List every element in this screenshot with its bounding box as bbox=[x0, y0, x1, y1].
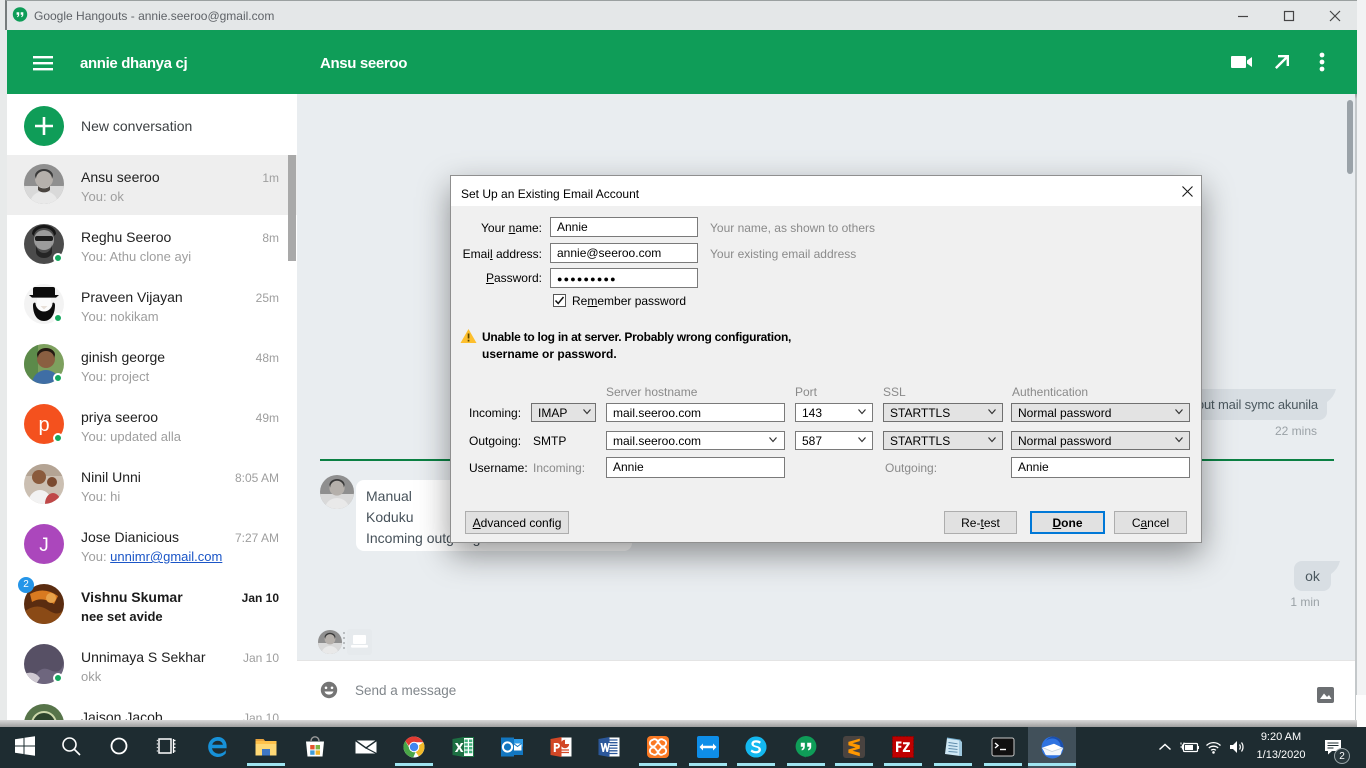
svg-text:J: J bbox=[39, 535, 49, 556]
svg-text:p: p bbox=[38, 414, 49, 436]
